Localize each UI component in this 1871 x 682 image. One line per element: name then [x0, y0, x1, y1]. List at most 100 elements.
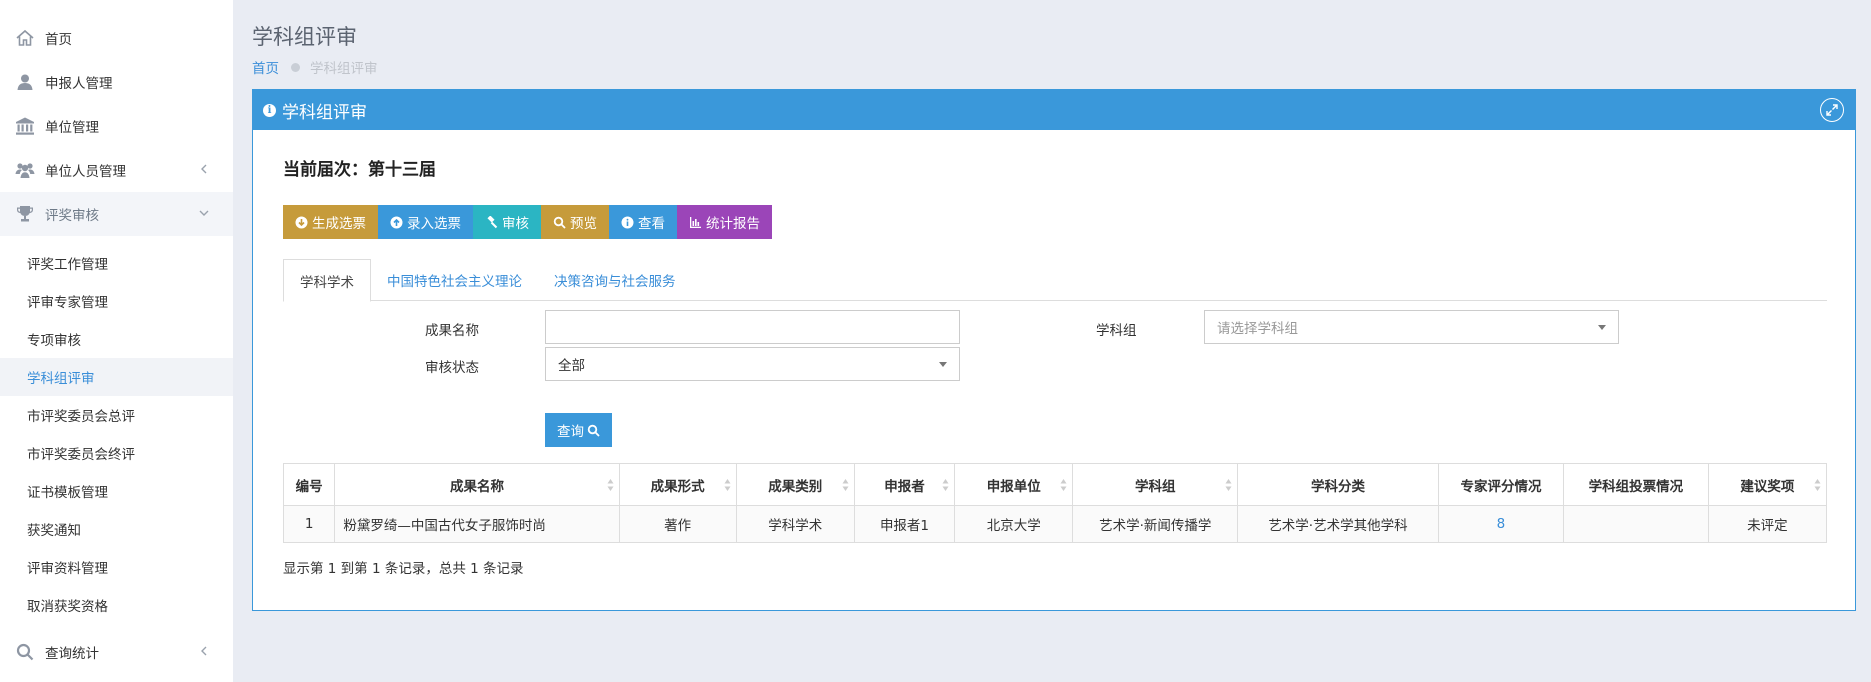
- breadcrumb-home-link[interactable]: 首页: [252, 57, 279, 77]
- sidebar-sub-item[interactable]: 市评奖委员会终评: [0, 434, 233, 472]
- cell-unit: 北京大学: [954, 505, 1074, 543]
- subject-group-select[interactable]: 请选择学科组: [1204, 310, 1619, 344]
- column-header-sortable[interactable]: 建议奖项: [1707, 463, 1828, 506]
- query-button[interactable]: 查询: [545, 413, 612, 447]
- audit-status-value: 全部: [558, 358, 585, 374]
- column-header-sortable[interactable]: 申报单位: [954, 463, 1074, 506]
- cell-suggested-award: 未评定: [1707, 505, 1828, 543]
- category-tabs: 学科学术 中国特色社会主义理论 决策咨询与社会服务: [283, 259, 1827, 302]
- subject-group-label: 学科组: [1096, 323, 1137, 339]
- action-toolbar: 生成选票 录入选票 审核 预览 查看 统计报告: [283, 205, 772, 239]
- sort-icon: [942, 479, 949, 491]
- cell-group-vote: [1563, 505, 1709, 543]
- cell-id: 1: [282, 505, 336, 543]
- expand-button[interactable]: [1820, 98, 1844, 122]
- subject-group-placeholder: 请选择学科组: [1217, 321, 1298, 337]
- sidebar-sub-item[interactable]: 评审专家管理: [0, 282, 233, 320]
- result-name-input[interactable]: [545, 310, 960, 344]
- sidebar-item-label: 首页: [45, 32, 72, 48]
- sort-icon: [724, 479, 731, 491]
- sidebar-item-award-review[interactable]: 评奖审核: [0, 192, 233, 236]
- sidebar-sub-item[interactable]: 证书模板管理: [0, 472, 233, 510]
- panel-title: 学科组评审: [282, 102, 367, 123]
- page-title: 学科组评审: [252, 25, 357, 49]
- pagination-summary: 显示第 1 到第 1 条记录，总共 1 条记录: [283, 561, 524, 577]
- gavel-icon: [485, 215, 498, 229]
- search-icon: [587, 424, 600, 437]
- column-header-sortable[interactable]: 申报者: [853, 463, 956, 506]
- sort-icon: [607, 479, 614, 491]
- sidebar-item-label: 单位人员管理: [45, 164, 126, 180]
- column-header: 学科组投票情况: [1563, 463, 1709, 506]
- audit-status-label: 审核状态: [425, 360, 479, 376]
- table-row[interactable]: 1 粉黛罗绮—中国古代女子服饰时尚 著作 学科学术 申报者1 北京大学 艺术学·…: [282, 505, 1828, 543]
- review-panel: i 学科组评审 当前届次：第十三届 生成选票 录入选票 审核 预览 查看 统计报…: [252, 89, 1856, 611]
- cell-result-name: 粉黛罗绮—中国古代女子服饰时尚: [334, 505, 620, 543]
- preview-button[interactable]: 预览: [541, 205, 609, 239]
- breadcrumb-separator: [291, 62, 300, 72]
- chevron-left-icon: [201, 646, 207, 656]
- caret-down-icon: [1598, 325, 1606, 330]
- result-name-label: 成果名称: [425, 323, 479, 339]
- column-header: 专家评分情况: [1437, 463, 1565, 506]
- sidebar-sub-item[interactable]: 取消获奖资格: [0, 586, 233, 624]
- cell-expert-score-link[interactable]: 8: [1437, 505, 1565, 543]
- trophy-icon: [14, 203, 36, 225]
- generate-ballot-button[interactable]: 生成选票: [283, 205, 378, 239]
- bar-chart-icon: [689, 216, 702, 229]
- cell-category: 学科学术: [735, 505, 855, 543]
- search-icon: [553, 216, 566, 229]
- table-header-row: 编号 成果名称 成果形式 成果类别 申报者 申报单位 学科组 学科分类 专家评分…: [282, 463, 1828, 506]
- column-header-sortable[interactable]: 成果形式: [618, 463, 737, 506]
- download-circle-icon: [295, 216, 308, 229]
- sort-icon: [1225, 479, 1232, 491]
- upload-circle-icon: [390, 216, 403, 229]
- sidebar-item-label: 查询统计: [45, 646, 99, 662]
- panel-header: i 学科组评审: [253, 90, 1855, 130]
- enter-ballot-button[interactable]: 录入选票: [378, 205, 473, 239]
- cell-applicant: 申报者1: [853, 505, 956, 543]
- column-header-sortable[interactable]: 学科组: [1072, 463, 1239, 506]
- sort-icon: [1814, 479, 1821, 491]
- search-icon: [14, 641, 36, 663]
- sidebar-sub-item[interactable]: 市评奖委员会总评: [0, 396, 233, 434]
- view-button[interactable]: 查看: [609, 205, 677, 239]
- sidebar-sub-item[interactable]: 获奖通知: [0, 510, 233, 548]
- sidebar-item-units[interactable]: 单位管理: [0, 104, 233, 148]
- users-icon: [14, 159, 36, 181]
- info-icon: [621, 216, 634, 229]
- tab-socialism-theory[interactable]: 中国特色社会主义理论: [371, 259, 538, 301]
- sidebar-item-label: 评奖审核: [45, 208, 99, 224]
- sidebar-item-unit-staff[interactable]: 单位人员管理: [0, 148, 233, 192]
- column-header-sortable[interactable]: 成果名称: [334, 463, 620, 506]
- current-round: 当前届次：第十三届: [283, 160, 436, 180]
- column-header-sortable[interactable]: 成果类别: [735, 463, 855, 506]
- home-icon: [14, 27, 36, 49]
- info-icon: i: [263, 103, 276, 117]
- tab-discipline-academic[interactable]: 学科学术: [283, 259, 371, 302]
- cell-form: 著作: [618, 505, 737, 543]
- sidebar-sub-item[interactable]: 专项审核: [0, 320, 233, 358]
- sidebar-sub-item[interactable]: 评奖工作管理: [0, 244, 233, 282]
- sidebar-item-label: 单位管理: [45, 120, 99, 136]
- results-table: 编号 成果名称 成果形式 成果类别 申报者 申报单位 学科组 学科分类 专家评分…: [282, 463, 1828, 543]
- sidebar-item-query-stats[interactable]: 查询统计: [0, 630, 233, 674]
- user-icon: [14, 71, 36, 93]
- sidebar-sub-item-active[interactable]: 学科组评审: [0, 358, 233, 396]
- sort-icon: [842, 479, 849, 491]
- sort-icon: [1060, 479, 1067, 491]
- audit-button[interactable]: 审核: [473, 205, 541, 239]
- statistics-report-button[interactable]: 统计报告: [677, 205, 772, 239]
- caret-down-icon: [939, 362, 947, 367]
- chevron-left-icon: [201, 164, 207, 174]
- column-header: 学科分类: [1237, 463, 1439, 506]
- breadcrumb: 首页 学科组评审: [252, 57, 378, 77]
- sidebar-item-applicants[interactable]: 申报人管理: [0, 60, 233, 104]
- expand-icon: [1826, 104, 1838, 116]
- tab-decision-consulting[interactable]: 决策咨询与社会服务: [538, 259, 692, 301]
- breadcrumb-current: 学科组评审: [310, 61, 378, 77]
- audit-status-select[interactable]: 全部: [545, 347, 960, 381]
- sidebar: 首页 申报人管理 单位管理 单位人员管理 评奖审核 评奖工作管理 评审专家管理 …: [0, 0, 233, 682]
- sidebar-sub-item[interactable]: 评审资料管理: [0, 548, 233, 586]
- sidebar-item-home[interactable]: 首页: [0, 16, 233, 60]
